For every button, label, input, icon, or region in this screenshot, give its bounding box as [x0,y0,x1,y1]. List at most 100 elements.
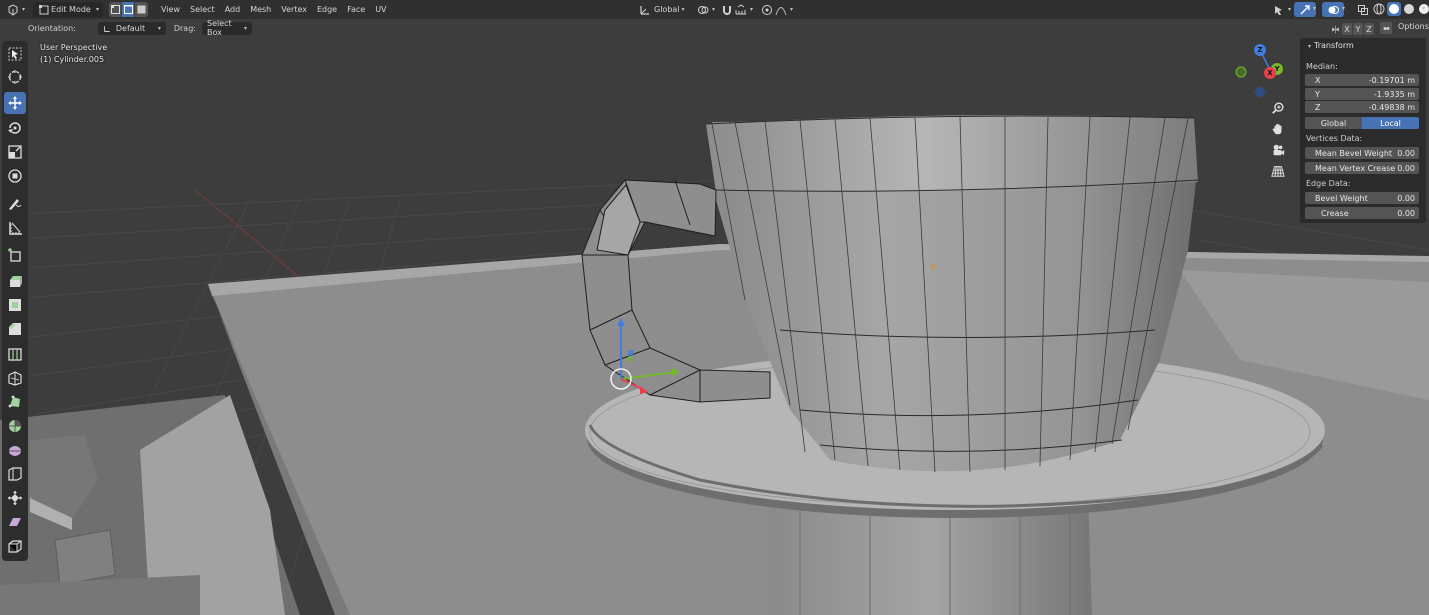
edge-select-icon[interactable] [122,2,136,17]
menu-face[interactable]: Face [342,2,370,17]
mean-bevel-weight-field[interactable]: Mean Bevel Weight 0.00 [1305,147,1419,159]
menu-view[interactable]: View [156,2,185,17]
add-cube-tool[interactable] [4,244,26,266]
snap-target-select[interactable]: ▾ [730,2,757,17]
median-x-field[interactable]: X -0.19701 m [1305,74,1419,86]
rip-region-tool[interactable] [4,535,26,557]
overlays-icon [1326,3,1340,17]
falloff-select[interactable]: ▾ [770,2,797,17]
menu-add[interactable]: Add [220,2,246,17]
edge-data-label: Edge Data: [1306,179,1351,188]
median-z-field[interactable]: Z -0.49838 m [1305,101,1419,113]
knife-tool[interactable] [4,367,26,389]
move-tool[interactable] [4,92,26,114]
gizmo-dropdown-icon[interactable]: ▾ [1313,5,1316,12]
face-select-icon[interactable] [135,2,148,17]
pivot-icon [696,3,710,17]
median-z-label: Z [1315,102,1321,112]
drag-setting-value: Select Box [206,19,232,37]
pivot-point-select[interactable]: ▾ [692,2,719,17]
nav-axis-x[interactable]: X [1264,67,1276,79]
crease-label: Crease [1321,208,1349,218]
orientation-setting-select[interactable]: Default ▾ [97,21,166,35]
space-local-button[interactable]: Local [1362,117,1419,129]
menu-vertex[interactable]: Vertex [276,2,312,17]
falloff-icon [774,3,788,17]
menu-edge[interactable]: Edge [312,2,342,17]
drag-setting-label: Drag: [173,23,196,33]
transform-tool[interactable] [4,165,26,187]
median-y-value: -1.9335 m [1373,89,1415,99]
view-name: User Perspective [40,43,108,52]
drag-setting-select[interactable]: Select Box ▾ [201,19,252,37]
annotate-tool[interactable] [4,192,26,214]
panel-collapse-icon: ▾ [1308,43,1312,50]
perspective-grid-icon[interactable] [1270,163,1286,179]
crease-field[interactable]: Crease 0.00 [1305,207,1419,219]
xray-icon [1356,3,1370,17]
rotate-tool[interactable] [4,117,26,139]
snap-increment-icon [734,3,748,17]
mirror-z-toggle[interactable]: Z [1364,23,1374,35]
scene-render [0,115,1429,615]
coordinate-space-toggle: Global Local [1305,117,1419,129]
select-mode-toggle[interactable] [109,2,149,17]
transform-panel-title: Transform [1314,41,1354,50]
bevel-weight-field[interactable]: Bevel Weight 0.00 [1305,192,1419,204]
selectability-icon [1272,3,1286,17]
mirror-icon [1329,22,1341,36]
menu-select[interactable]: Select [185,2,220,17]
3d-viewport[interactable]: User Perspective (1) Cylinder.005 Z Y X [0,0,1429,615]
camera-icon[interactable] [1270,142,1286,158]
mirror-y-toggle[interactable]: Y [1353,23,1363,35]
median-y-field[interactable]: Y -1.9335 m [1305,88,1419,100]
space-global-button[interactable]: Global [1305,117,1362,129]
measure-tool[interactable] [4,217,26,239]
median-y-label: Y [1315,89,1320,99]
material-shading-icon[interactable] [1402,2,1416,16]
menu-uv[interactable]: UV [370,2,391,17]
nav-axis-z[interactable]: Z [1254,44,1266,56]
vertex-select-icon[interactable] [109,2,123,17]
mean-vertex-crease-field[interactable]: Mean Vertex Crease 0.00 [1305,162,1419,174]
editor-type-button[interactable]: ▾ [2,2,29,17]
mean-vertex-crease-label: Mean Vertex Crease [1315,163,1396,173]
smooth-tool[interactable] [4,439,26,461]
vertices-data-label: Vertices Data: [1306,134,1363,143]
shading-modes [1372,2,1429,16]
cursor-tool[interactable] [4,66,26,88]
auto-merge-icon[interactable] [1380,22,1392,34]
mirror-x-toggle[interactable]: X [1342,23,1352,35]
tool-settings-bar: Orientation: Default ▾ Drag: Select Box ▾ … [0,19,1429,37]
shrink-fatten-tool[interactable] [4,487,26,509]
mode-select[interactable]: Edit Mode ▾ [33,2,104,17]
pan-hand-icon[interactable] [1270,121,1286,137]
poly-build-tool[interactable] [4,391,26,413]
overlays-toggle[interactable] [1322,2,1344,17]
bevel-tool[interactable] [4,318,26,340]
shading-dropdown-icon[interactable]: ▾ [1422,5,1425,12]
viewport-header: ▾ Edit Mode ▾ View Select Add Mesh Vertex… [0,0,1429,19]
scale-tool[interactable] [4,141,26,163]
edit-mode-icon [37,3,51,17]
zoom-icon[interactable] [1270,100,1286,116]
shear-tool[interactable] [4,511,26,533]
loop-cut-tool[interactable] [4,343,26,365]
overlays-dropdown-icon[interactable]: ▾ [1342,5,1345,12]
solid-shading-icon[interactable] [1387,2,1401,16]
transform-orientation-select[interactable]: Global ▾ [634,2,689,17]
visibility-select[interactable]: ▾ [1268,2,1295,17]
inset-faces-tool[interactable] [4,294,26,316]
navigation-gizmo[interactable]: Z Y X [1230,40,1290,100]
header-menus: View Select Add Mesh Vertex Edge Face UV [156,2,392,17]
options-button[interactable]: Options [1398,22,1429,31]
xray-toggle[interactable] [1352,2,1374,17]
orientation-label: Global [654,5,680,14]
extrude-tool[interactable] [4,270,26,292]
spin-tool[interactable] [4,415,26,437]
transform-panel-header[interactable]: ▾ Transform [1306,41,1354,50]
wireframe-shading-icon[interactable] [1372,2,1386,16]
select-box-tool[interactable] [4,43,26,65]
edge-slide-tool[interactable] [4,463,26,485]
menu-mesh[interactable]: Mesh [245,2,276,17]
